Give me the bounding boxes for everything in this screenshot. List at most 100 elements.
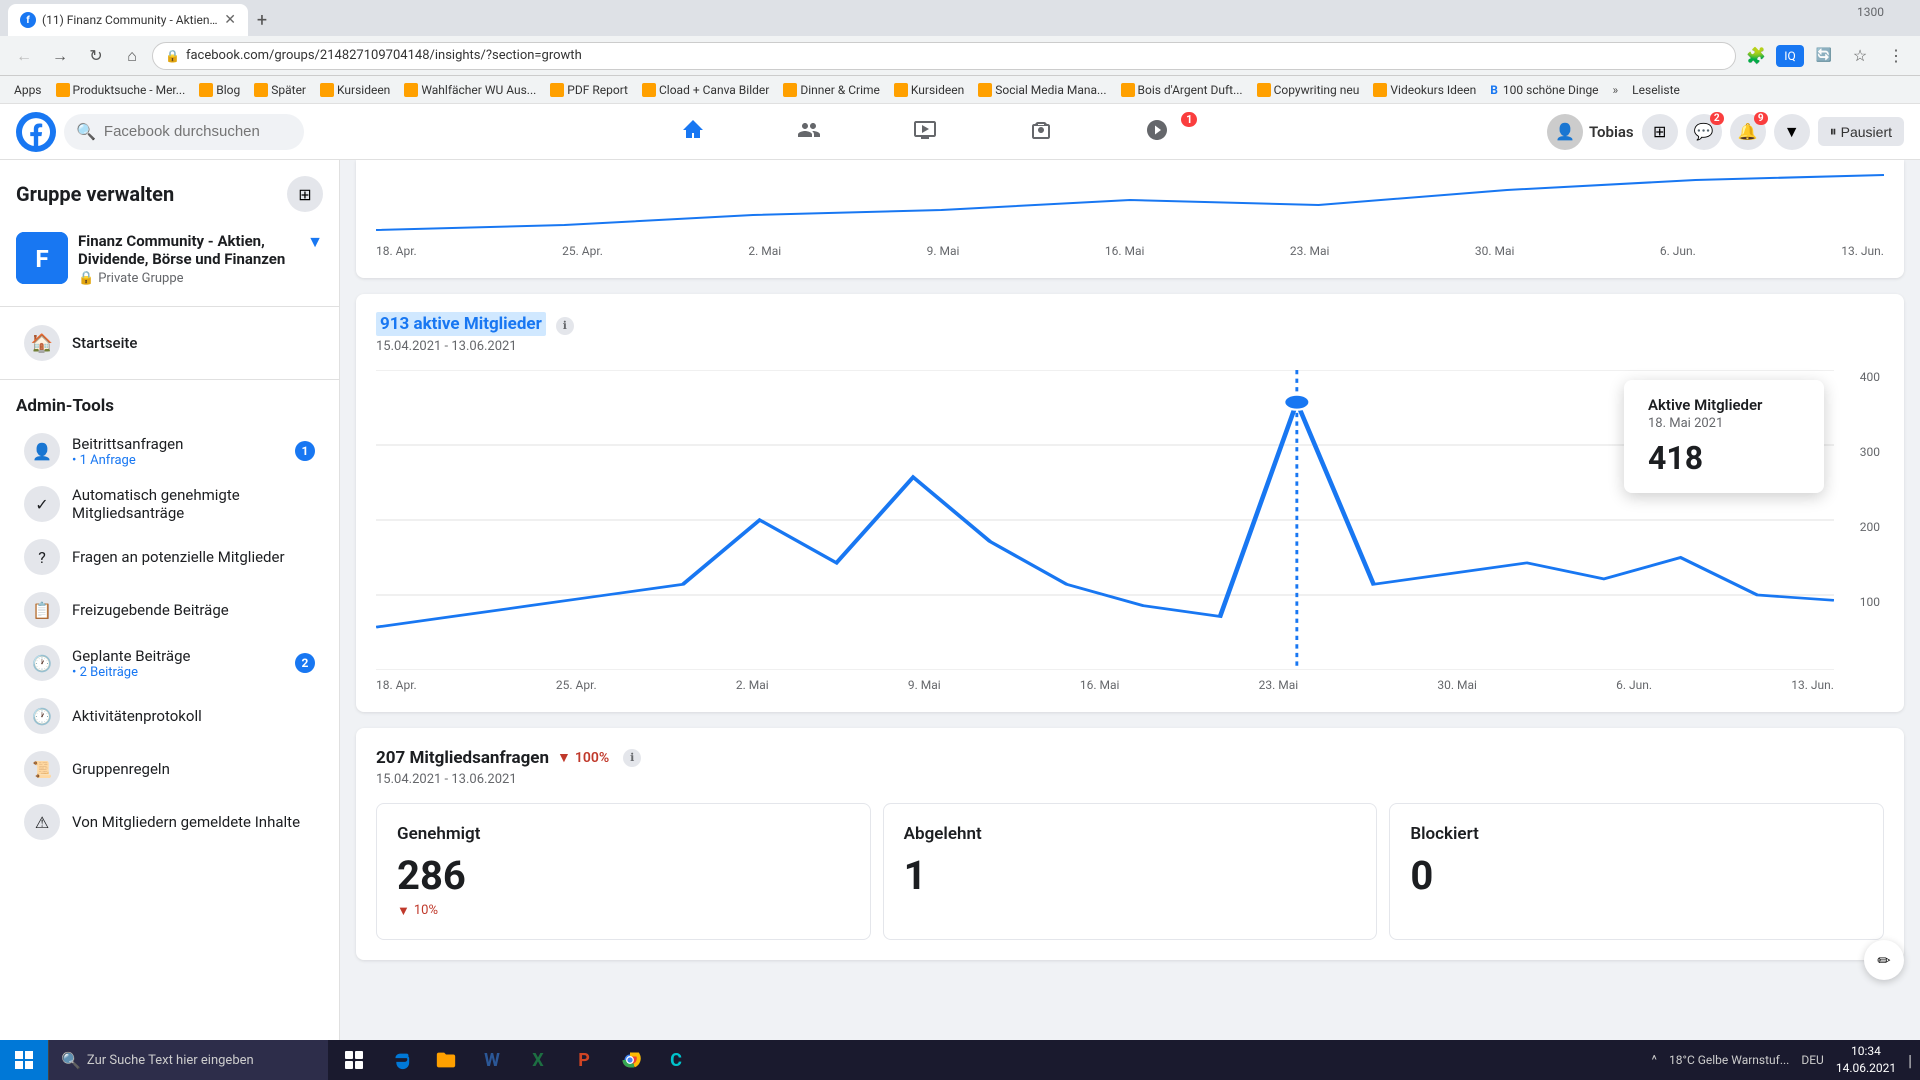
scheduled-icon: 🕐 xyxy=(24,645,60,681)
tab-close-button[interactable]: ✕ xyxy=(224,12,236,28)
x-axis-labels: 18. Apr. 25. Apr. 2. Mai 9. Mai 16. Mai … xyxy=(376,670,1834,692)
taskbar-app-word[interactable]: W xyxy=(470,1040,514,1080)
bookmark-label: Wahlfächer WU Aus... xyxy=(421,83,536,97)
nav-marketplace[interactable] xyxy=(983,108,1099,156)
group-info: F Finanz Community - Aktien, Dividende, … xyxy=(0,224,339,298)
bookmark-dinner[interactable]: Dinner & Crime xyxy=(777,81,886,99)
folder-icon xyxy=(199,83,213,97)
aktivitaet-label: Aktivitätenprotokoll xyxy=(72,707,315,725)
taskbar-app-chrome[interactable] xyxy=(608,1040,652,1080)
x-label: 13. Jun. xyxy=(1791,678,1834,692)
sidebar-item-startseite[interactable]: 🏠 Startseite xyxy=(8,315,331,371)
fb-search-bar[interactable]: 🔍 xyxy=(64,114,304,150)
bookmark-leseliste[interactable]: Leseliste xyxy=(1626,81,1686,99)
x-label: 25. Apr. xyxy=(562,244,603,258)
sidebar-item-auto-genehmigte[interactable]: ✓ Automatisch genehmigte Mitgliedsanträg… xyxy=(8,478,331,530)
user-profile[interactable]: 👤 Tobias xyxy=(1547,114,1634,150)
forward-button[interactable]: → xyxy=(44,40,76,72)
y-axis: 400 300 200 100 xyxy=(1844,370,1884,670)
tab-title: (11) Finanz Community - Aktien... xyxy=(42,13,218,27)
show-desktop-button[interactable]: | xyxy=(1908,1051,1912,1070)
profile-button[interactable]: IQ xyxy=(1776,45,1804,67)
grid-icon: ⊞ xyxy=(298,185,311,204)
bookmark-label: Copywriting neu xyxy=(1274,83,1360,97)
sidebar-item-fragen[interactable]: ? Fragen an potenzielle Mitglieder xyxy=(8,531,331,583)
taskbar-app-excel[interactable]: X xyxy=(516,1040,560,1080)
bookmark-100dinge[interactable]: B 100 schöne Dinge xyxy=(1484,81,1604,99)
bookmark-social[interactable]: Social Media Mana... xyxy=(972,81,1112,99)
bookmark-produktsuche[interactable]: Produktsuche - Mer... xyxy=(50,81,192,99)
messenger-badge: 2 xyxy=(1710,112,1724,125)
menu-button[interactable]: ⋮ xyxy=(1880,40,1912,72)
lock-icon: 🔒 xyxy=(78,271,94,286)
active-tab[interactable]: f (11) Finanz Community - Aktien... ✕ xyxy=(8,4,248,36)
bookmark-pdf[interactable]: PDF Report xyxy=(544,81,634,99)
messenger-icon: 💬 xyxy=(1694,122,1714,141)
bookmark-videokurs[interactable]: Videokurs Ideen xyxy=(1367,81,1482,99)
nav-groups[interactable]: 1 xyxy=(1099,108,1215,156)
bookmark-kursideen2[interactable]: Kursideen xyxy=(888,81,970,99)
paused-button[interactable]: ⏸ Pausiert xyxy=(1818,117,1904,146)
browser-toolbar: ← → ↻ ⌂ 🔒 facebook.com/groups/2148271097… xyxy=(0,36,1920,76)
keyboard-lang[interactable]: DEU xyxy=(1801,1053,1823,1067)
nav-home[interactable] xyxy=(635,108,751,156)
search-icon: 🔍 xyxy=(76,122,96,141)
new-tab-button[interactable]: + xyxy=(248,6,276,34)
start-button[interactable] xyxy=(0,1040,48,1080)
sync-button[interactable]: 🔄 xyxy=(1808,40,1840,72)
back-button[interactable]: ← xyxy=(8,40,40,72)
address-bar[interactable]: 🔒 facebook.com/groups/214827109704148/in… xyxy=(152,42,1736,70)
url-text: facebook.com/groups/214827109704148/insi… xyxy=(186,48,582,63)
sidebar-item-beitrittsanfragen[interactable]: 👤 Beitrittsanfragen • 1 Anfrage 1 xyxy=(8,425,331,477)
bookmark-cload[interactable]: Cload + Canva Bilder xyxy=(636,81,775,99)
bookmark-kursideen[interactable]: Kursideen xyxy=(314,81,396,99)
expand-tray-button[interactable]: ^ xyxy=(1652,1053,1657,1068)
extensions-button[interactable]: 🧩 xyxy=(1740,40,1772,72)
bookmark-spaeter[interactable]: Später xyxy=(248,81,312,99)
account-menu-button[interactable]: ▼ xyxy=(1774,114,1810,150)
bookmark-blog[interactable]: Blog xyxy=(193,81,246,99)
notifications-button[interactable]: 🔔 9 xyxy=(1730,114,1766,150)
bookmark-label: Social Media Mana... xyxy=(995,83,1106,97)
nav-watch[interactable] xyxy=(867,108,983,156)
taskbar-search[interactable]: 🔍 Zur Suche Text hier eingeben xyxy=(48,1040,328,1080)
taskbar-app-task-view[interactable] xyxy=(332,1040,376,1080)
chevron-down-icon: ▼ xyxy=(1784,122,1800,142)
rules-icon: 📜 xyxy=(24,751,60,787)
apps-menu-button[interactable]: ⊞ xyxy=(1642,114,1678,150)
star-button[interactable]: ☆ xyxy=(1844,40,1876,72)
sidebar-item-aktivitaet[interactable]: 🕐 Aktivitätenprotokoll xyxy=(8,690,331,742)
sidebar-item-gemeldete[interactable]: ⚠ Von Mitgliedern gemeldete Inhalte xyxy=(8,796,331,848)
approved-value: 286 xyxy=(397,852,850,899)
home-button[interactable]: ⌂ xyxy=(116,40,148,72)
bookmark-apps[interactable]: Apps xyxy=(8,81,48,99)
folder-icon xyxy=(1257,83,1271,97)
messenger-button[interactable]: 💬 2 xyxy=(1686,114,1722,150)
nav-friends[interactable] xyxy=(751,108,867,156)
bookmarks-overflow[interactable]: » xyxy=(1607,81,1625,99)
bookmark-copywriting[interactable]: Copywriting neu xyxy=(1251,81,1366,99)
taskbar-app-explorer[interactable] xyxy=(424,1040,468,1080)
sidebar-item-freizugebende[interactable]: 📋 Freizugebende Beiträge xyxy=(8,584,331,636)
active-members-chart-svg xyxy=(376,370,1834,670)
info-icon[interactable]: ℹ xyxy=(556,317,574,335)
taskbar-app-edge[interactable] xyxy=(378,1040,422,1080)
reload-button[interactable]: ↻ xyxy=(80,40,112,72)
requests-info-icon[interactable]: ℹ xyxy=(623,749,641,767)
edit-button[interactable]: ✏ xyxy=(1864,940,1904,980)
blocked-value: 0 xyxy=(1410,852,1863,899)
home-icon: 🏠 xyxy=(24,325,60,361)
sidebar-toggle-button[interactable]: ⊞ xyxy=(287,176,323,212)
top-chart-partial: 18. Apr. 25. Apr. 2. Mai 9. Mai 16. Mai … xyxy=(356,160,1904,278)
sidebar-item-regeln[interactable]: 📜 Gruppenregeln xyxy=(8,743,331,795)
top-chart-x-labels: 18. Apr. 25. Apr. 2. Mai 9. Mai 16. Mai … xyxy=(376,240,1884,262)
taskbar-clock[interactable]: 10:34 14.06.2021 xyxy=(1828,1043,1904,1077)
group-dropdown-button[interactable]: ▼ xyxy=(307,232,323,252)
bookmark-bois[interactable]: Bois d'Argent Duft... xyxy=(1115,81,1249,99)
sidebar-item-geplante[interactable]: 🕐 Geplante Beiträge • 2 Beiträge 2 xyxy=(8,637,331,689)
search-input[interactable] xyxy=(104,123,284,140)
clock-time: 10:34 xyxy=(1836,1043,1896,1060)
bookmark-wahlfaecher[interactable]: Wahlfächer WU Aus... xyxy=(398,81,542,99)
taskbar-app-powerpoint[interactable]: P xyxy=(562,1040,606,1080)
taskbar-app-canva[interactable]: C xyxy=(654,1040,698,1080)
